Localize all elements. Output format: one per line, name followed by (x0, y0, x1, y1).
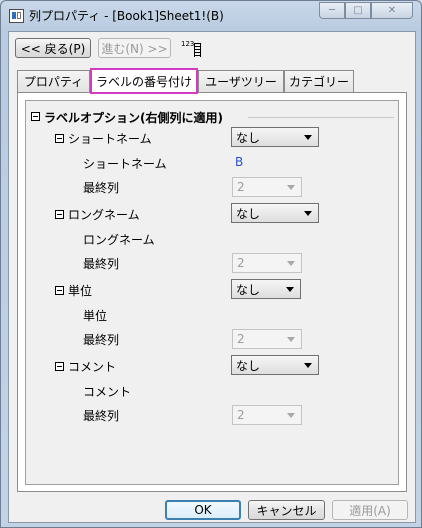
forward-button[interactable]: 進む(N) >> (98, 38, 171, 58)
section-title: ラベルオプション(右側列に適用) (44, 111, 223, 125)
units-last-col-label: 最終列 (83, 333, 120, 347)
comment-last-col-label: 最終列 (83, 409, 120, 423)
minimize-icon: ─ (328, 5, 336, 16)
chevron-down-icon (287, 337, 295, 342)
ok-button[interactable]: OK (165, 500, 241, 520)
dialog-window: 列プロパティ - [Book1]Sheet1!(B) ─ □ ✕ << 戻る(P… (0, 0, 422, 528)
units-select[interactable]: なし (231, 279, 301, 299)
chevron-down-icon (286, 287, 294, 292)
tab-properties[interactable]: プロパティ (17, 70, 90, 92)
apply-button[interactable]: 適用(A) (332, 500, 408, 520)
comment-last-col-value: 2 (237, 408, 245, 422)
collapse-section-icon[interactable] (31, 112, 40, 121)
short-name-label: ショートネーム (68, 132, 152, 146)
long-name-last-col-label: 最終列 (83, 257, 120, 271)
chevron-down-icon (287, 413, 295, 418)
collapse-units-icon[interactable] (55, 286, 64, 295)
maximize-icon: □ (353, 5, 363, 16)
maximize-button[interactable]: □ (345, 2, 371, 19)
tab-user-tree[interactable]: ユーザツリー (198, 70, 284, 92)
caption-buttons: ─ □ ✕ (319, 2, 413, 19)
collapse-short-name-icon[interactable] (55, 134, 64, 143)
column-numbering-icon[interactable]: 123 (181, 41, 203, 59)
short-name-select[interactable]: なし (231, 127, 319, 147)
cancel-button[interactable]: キャンセル (248, 500, 325, 520)
minimize-button[interactable]: ─ (319, 2, 345, 19)
short-name-last-col-select[interactable]: 2 (232, 177, 302, 197)
collapse-long-name-icon[interactable] (55, 210, 64, 219)
chevron-down-icon (304, 211, 312, 216)
dialog-body: << 戻る(P) 進む(N) >> 123 プロパティ ラベルの番号付け ユーザ… (8, 31, 416, 523)
chevron-down-icon (287, 185, 295, 190)
comment-label: コメント (68, 360, 117, 374)
worksheet-icon (9, 9, 24, 23)
chevron-down-icon (304, 135, 312, 140)
comment-sub-label: コメント (83, 385, 132, 399)
label-options-area: ラベルオプション(右側列に適用) ショートネーム なし ショートネーム B 最終… (25, 100, 399, 485)
short-name-last-col-label: 最終列 (83, 181, 120, 195)
units-last-col-select[interactable]: 2 (232, 329, 302, 349)
numbering-bars (194, 43, 201, 57)
short-name-last-col-value: 2 (237, 180, 245, 194)
long-name-select[interactable]: なし (231, 203, 319, 223)
comment-last-col-select[interactable]: 2 (232, 405, 302, 425)
long-name-last-col-value: 2 (237, 256, 245, 270)
back-button[interactable]: << 戻る(P) (15, 38, 91, 58)
units-label: 単位 (68, 284, 93, 298)
title-bar[interactable]: 列プロパティ - [Book1]Sheet1!(B) ─ □ ✕ (1, 1, 421, 29)
long-name-label: ロングネーム (68, 208, 140, 222)
comment-select-value: なし (236, 358, 261, 373)
units-select-value: なし (236, 282, 261, 297)
tab-label-numbering[interactable]: ラベルの番号付け (90, 68, 198, 94)
section-divider (248, 117, 394, 118)
short-name-select-value: なし (236, 130, 261, 145)
long-name-select-value: なし (236, 206, 261, 221)
close-button[interactable]: ✕ (371, 2, 413, 19)
close-icon: ✕ (387, 5, 397, 16)
units-last-col-value: 2 (237, 332, 245, 346)
long-name-last-col-select[interactable]: 2 (232, 253, 302, 273)
window-title: 列プロパティ - [Book1]Sheet1!(B) (29, 9, 224, 23)
numbering-icon-digits: 123 (181, 40, 195, 48)
tab-categories[interactable]: カテゴリー (284, 70, 354, 92)
comment-select[interactable]: なし (231, 355, 319, 375)
long-name-sub-label: ロングネーム (83, 233, 155, 247)
collapse-comment-icon[interactable] (55, 362, 64, 371)
units-sub-label: 単位 (83, 309, 108, 323)
chevron-down-icon (287, 261, 295, 266)
tab-panel: ラベルオプション(右側列に適用) ショートネーム なし ショートネーム B 最終… (17, 92, 407, 492)
chevron-down-icon (304, 363, 312, 368)
short-name-sub-label: ショートネーム (83, 157, 167, 171)
short-name-value: B (235, 155, 244, 169)
